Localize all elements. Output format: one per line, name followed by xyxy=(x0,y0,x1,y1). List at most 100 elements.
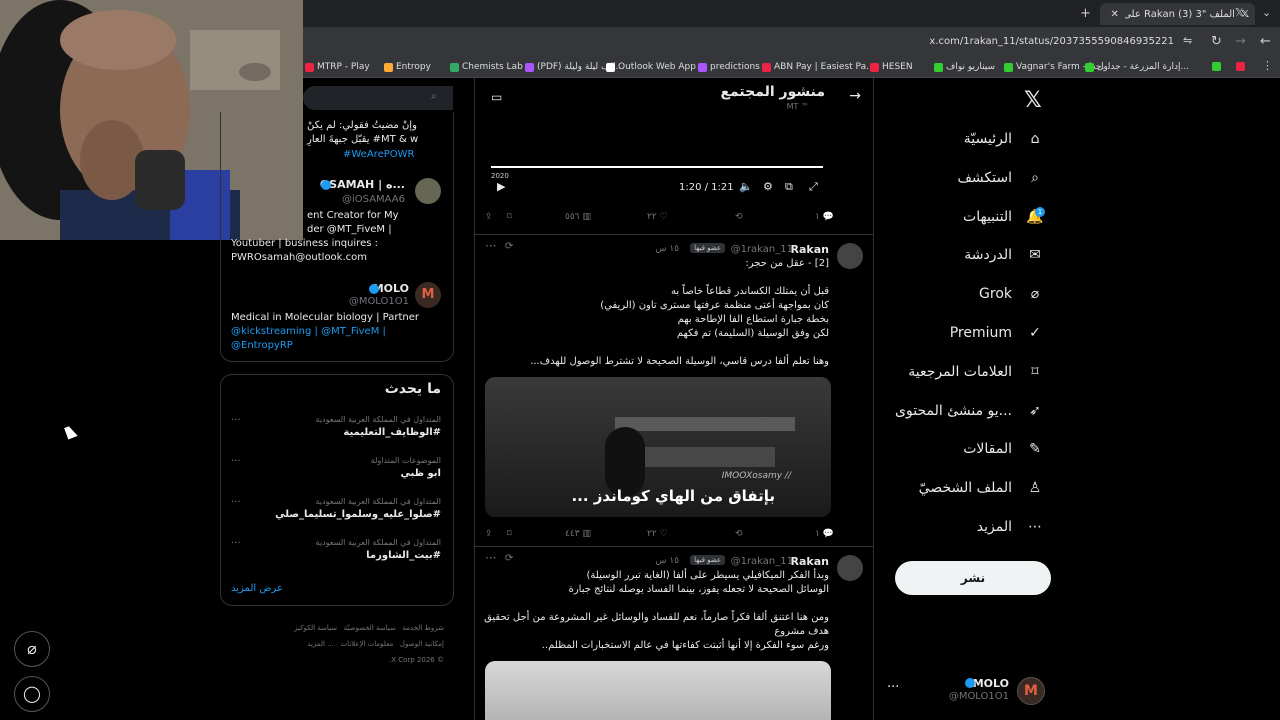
avatar[interactable] xyxy=(837,555,863,581)
grok-icon[interactable]: ⟳ xyxy=(505,241,513,252)
author-handle[interactable]: @1rakan_11 xyxy=(731,244,793,255)
views-button[interactable]: ٤٤٣ ▥ xyxy=(565,529,591,539)
nav-item-rocket[interactable]: ➶ ...يو منشئ المحتوى xyxy=(895,402,1044,420)
site-settings-icon[interactable]: ⇋ xyxy=(1183,35,1192,46)
more-icon[interactable]: ··· xyxy=(231,456,241,467)
footer-link[interactable]: شروط الخدمة xyxy=(402,624,444,632)
nav-item-home[interactable]: ⌂ الرئيسيّة xyxy=(964,130,1044,148)
grok-float-button[interactable]: ⌀ xyxy=(14,631,50,667)
footer-link[interactable]: سياسة الخصوصيّة xyxy=(344,624,396,632)
bookmark-item[interactable]: predictions xyxy=(698,60,760,74)
bookmark-item[interactable]: Entropy xyxy=(384,60,431,74)
author-name[interactable]: Rakan xyxy=(791,555,829,568)
grok-icon[interactable]: ⟳ xyxy=(505,553,513,564)
author-name[interactable]: Rakan xyxy=(791,243,829,256)
x-logo[interactable]: 𝕏 xyxy=(1024,88,1042,113)
play-icon[interactable]: ▶ xyxy=(497,180,505,193)
search-bar[interactable]: ⌕ xyxy=(303,86,453,110)
nav-item-mail[interactable]: ✉ الدردشة xyxy=(964,246,1044,264)
more-icon[interactable]: ··· xyxy=(231,415,241,426)
browser-tab-active[interactable]: 𝕏 الملف "3 (3) Rakan على X: " ✕ xyxy=(1100,3,1255,25)
footer-link[interactable]: إمكانية الوصول xyxy=(400,640,444,648)
back-icon[interactable]: ← xyxy=(1260,35,1271,48)
timestamp[interactable]: ١٥ س xyxy=(655,244,679,254)
timestamp[interactable]: ١٥ س xyxy=(655,556,679,566)
tweet-media[interactable]: IMOOXosamy // بإتفاق من الهاي كوماندز ..… xyxy=(485,377,831,517)
url-input[interactable]: x.com/1rakan_11/status/20373555908469352… xyxy=(929,36,1174,47)
sheets-bookmark-icon[interactable] xyxy=(1212,62,1221,71)
show-more-link[interactable]: عرض المزيد xyxy=(231,583,283,594)
tweet-media[interactable] xyxy=(485,661,831,720)
share-button[interactable]: ⇪ xyxy=(485,529,493,539)
like-button[interactable]: ٢٢ ♡ xyxy=(647,529,668,539)
bookmark-item[interactable]: ABN Pay | Easiest Pa... xyxy=(762,60,875,74)
close-tab-icon[interactable]: ✕ xyxy=(1111,9,1119,20)
bookmark-item[interactable]: Outlook Web App xyxy=(606,60,696,74)
post-button[interactable]: نشر xyxy=(895,561,1051,595)
bookmark-item[interactable]: HESEN xyxy=(870,60,913,74)
popout-icon[interactable]: ⧉ xyxy=(785,180,793,194)
bookmark-item[interactable]: Chemists Lab xyxy=(450,60,523,74)
reply-button[interactable]: ١ 💬 xyxy=(815,212,834,222)
reply-button[interactable]: ١ 💬 xyxy=(815,529,834,539)
more-icon[interactable]: ··· xyxy=(485,239,496,253)
bookmark-button[interactable]: ⌑ xyxy=(507,529,512,539)
bio-link[interactable]: @kickstreaming | @MT_FiveM | xyxy=(231,326,386,337)
forward-icon[interactable]: → xyxy=(1235,35,1246,48)
nav-item-bookmark[interactable]: ⌑ العلامات المرجعية xyxy=(908,363,1044,381)
nav-item-premium[interactable]: ✓ Premium xyxy=(950,324,1044,342)
video-progress-bar[interactable] xyxy=(491,166,823,168)
messages-float-button[interactable]: ◯ xyxy=(14,676,50,712)
more-icon[interactable]: ··· xyxy=(231,538,241,549)
more-bookmarks-icon[interactable]: ⋮ xyxy=(1262,60,1273,71)
nav-item-grok[interactable]: ⌀ Grok xyxy=(979,285,1044,303)
video-player[interactable]: 2020 ▶ 1:20 / 1:21 🔈 ⚙ ⧉ ⤢ xyxy=(487,118,831,202)
hashtag-link[interactable]: #WeArePOWR xyxy=(343,149,414,160)
reload-icon[interactable]: ↻ xyxy=(1211,35,1222,48)
trend-item[interactable]: المتداول في المملكة العربية السعودية #صلو… xyxy=(221,497,453,537)
nav-item-bell[interactable]: 🔔 التنبيهات xyxy=(963,208,1044,226)
bookmark-item[interactable]: MTRP - Play xyxy=(305,60,370,74)
trend-item[interactable]: المتداول في المملكة العربية السعودية #الو… xyxy=(221,415,453,455)
bookmark-item[interactable]: سيناريو نواف xyxy=(934,60,995,74)
chevron-down-icon[interactable]: ⌄ xyxy=(1262,7,1271,18)
avatar[interactable] xyxy=(837,243,863,269)
fullscreen-icon[interactable]: ⤢ xyxy=(809,180,818,194)
user-name[interactable]: OSAMAH | ه... xyxy=(320,178,405,191)
author-handle[interactable]: @1rakan_11 xyxy=(731,556,793,567)
user-handle[interactable]: @iOSAMAA6 xyxy=(342,194,405,205)
nav-item-search[interactable]: ⌕ استكشف xyxy=(957,169,1044,187)
views-button[interactable]: ٥٥٦ ▥ xyxy=(565,212,591,222)
nav-item-person[interactable]: ♙ الملف الشخصيّ xyxy=(919,479,1044,497)
bookmark-item[interactable]: إدارة المزرعة - جداول... xyxy=(1085,60,1189,74)
tweet[interactable]: Rakan @1rakan_11 عضو فيها ١٥ س ⟳ ··· [2]… xyxy=(475,234,873,544)
more-icon[interactable]: ··· xyxy=(887,680,899,695)
footer-link[interactable]: معلومات الإعلانات xyxy=(341,640,394,648)
new-tab-icon[interactable]: + xyxy=(1080,7,1091,20)
retweet-button[interactable]: ⟲ xyxy=(735,529,743,539)
avatar[interactable]: M xyxy=(415,282,441,308)
more-icon[interactable]: ··· xyxy=(485,551,496,565)
trend-item[interactable]: الموضوعات المتداولة ابو ظبي ··· xyxy=(221,456,453,496)
footer-link[interactable]: ... المزيد xyxy=(307,640,334,648)
nav-item-more[interactable]: ⋯ المزيد xyxy=(977,518,1044,536)
tweet[interactable]: Rakan @1rakan_11 عضو فيها ١٥ س ⟳ ··· وبد… xyxy=(475,546,873,720)
nav-item-article[interactable]: ✎ المقالات xyxy=(963,440,1044,458)
avatar[interactable] xyxy=(415,178,441,204)
settings-icon[interactable]: ⚙ xyxy=(763,180,773,193)
volume-icon[interactable]: 🔈 xyxy=(739,180,753,193)
trend-item[interactable]: المتداول في المملكة العربية السعودية #بيت… xyxy=(221,538,453,578)
user-handle[interactable]: @MOLO1O1 xyxy=(349,296,409,307)
bio-link[interactable]: @EntropyRP xyxy=(231,340,293,351)
account-switcher[interactable]: M MOLO @MOLO1O1 ··· xyxy=(885,675,1055,707)
more-icon[interactable]: ··· xyxy=(231,497,241,508)
back-arrow-icon[interactable]: → xyxy=(849,88,861,104)
footer-link[interactable]: سياسة الكوكيز xyxy=(294,624,337,632)
bookmark-button[interactable]: ⌑ xyxy=(507,212,512,222)
x-tab-icon[interactable]: 𝕏 xyxy=(1235,7,1244,18)
retweet-button[interactable]: ⟲ xyxy=(735,212,743,222)
reader-icon[interactable]: ▭ xyxy=(491,90,502,104)
youtube-bookmark-icon[interactable] xyxy=(1236,62,1245,71)
like-button[interactable]: ٢٢ ♡ xyxy=(647,212,668,222)
share-button[interactable]: ⇪ xyxy=(485,212,493,222)
